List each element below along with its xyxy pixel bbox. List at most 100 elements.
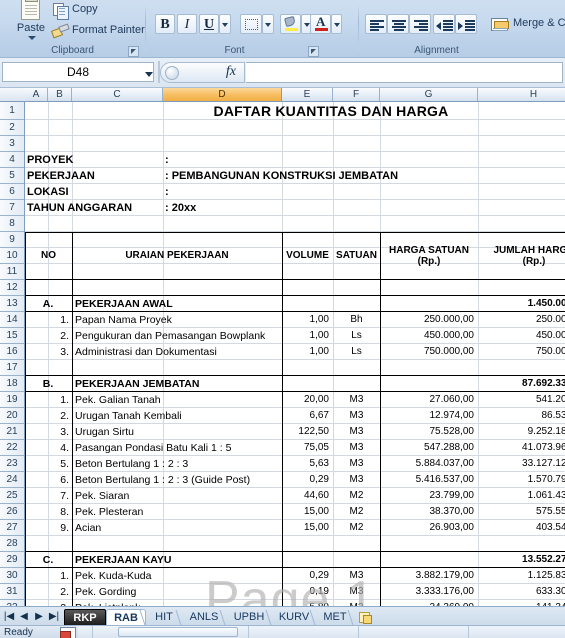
cell-volume-r22[interactable]: 75,05 bbox=[282, 440, 333, 455]
cell-uraian-r26[interactable]: Pek. Plesteran bbox=[72, 504, 282, 519]
cell-volume-r23[interactable]: 5,63 bbox=[282, 456, 333, 471]
cell-no-r27[interactable]: 9. bbox=[25, 520, 72, 535]
cell-jumlah-r15[interactable]: 450.000,00 bbox=[478, 328, 565, 343]
cell-satuan-r14[interactable]: Bh bbox=[333, 312, 380, 327]
cell-jumlah-r19[interactable]: 541.200,00 bbox=[478, 392, 565, 407]
cell-satuan-r20[interactable]: M3 bbox=[333, 408, 380, 423]
cell-satuan-r26[interactable]: M2 bbox=[333, 504, 380, 519]
cell-harga-r27[interactable]: 26.903,00 bbox=[380, 520, 478, 535]
cell-volume-r24[interactable]: 0,29 bbox=[282, 472, 333, 487]
row-header-26[interactable]: 26 bbox=[0, 504, 24, 520]
clipboard-dialog-launcher[interactable] bbox=[128, 46, 139, 57]
row-header-16[interactable]: 16 bbox=[0, 344, 24, 360]
cell-no-r13[interactable]: A. bbox=[25, 296, 72, 311]
cell-satuan-r24[interactable]: M3 bbox=[333, 472, 380, 487]
row-header-23[interactable]: 23 bbox=[0, 456, 24, 472]
format-painter-button[interactable]: Format Painter bbox=[52, 21, 145, 40]
cell-harga-r20[interactable]: 12.974,00 bbox=[380, 408, 478, 423]
cell-uraian-r24[interactable]: Beton Bertulang 1 : 2 : 3 (Guide Post) bbox=[72, 472, 282, 487]
formula-input[interactable] bbox=[246, 62, 563, 83]
align-center-button[interactable] bbox=[387, 14, 409, 34]
cell-uraian-r25[interactable]: Pek. Siaran bbox=[72, 488, 282, 503]
borders-button[interactable] bbox=[240, 14, 262, 34]
cell-uraian-r27[interactable]: Acian bbox=[72, 520, 282, 535]
cell-harga-r25[interactable]: 23.799,00 bbox=[380, 488, 478, 503]
info-label-1[interactable]: PEKERJAAN bbox=[25, 168, 163, 183]
cell-volume-r30[interactable]: 0,29 bbox=[282, 568, 333, 583]
cell-harga-r31[interactable]: 3.333.176,00 bbox=[380, 584, 478, 599]
cell-uraian-r15[interactable]: Pengukuran dan Pemasangan Bowplank bbox=[72, 328, 282, 343]
row-header-9[interactable]: 9 bbox=[0, 232, 24, 248]
increase-indent-button[interactable] bbox=[455, 14, 477, 34]
row-header-7[interactable]: 7 bbox=[0, 200, 24, 216]
cell-jumlah-r22[interactable]: 41.073.964,40 bbox=[478, 440, 565, 455]
cell-jumlah-r25[interactable]: 1.061.435,40 bbox=[478, 488, 565, 503]
cell-no-r20[interactable]: 2. bbox=[25, 408, 72, 423]
row-header-3[interactable]: 3 bbox=[0, 136, 24, 152]
cell-no-r21[interactable]: 3. bbox=[25, 424, 72, 439]
cell-satuan-r16[interactable]: Ls bbox=[333, 344, 380, 359]
cell-satuan-r19[interactable]: M3 bbox=[333, 392, 380, 407]
cell-harga-r21[interactable]: 75.528,00 bbox=[380, 424, 478, 439]
cell-harga-r26[interactable]: 38.370,00 bbox=[380, 504, 478, 519]
row-header-25[interactable]: 25 bbox=[0, 488, 24, 504]
nav-next-sheet-icon[interactable]: ▶ bbox=[32, 610, 46, 623]
cell-satuan-r31[interactable]: M3 bbox=[333, 584, 380, 599]
header-jumlah-harga[interactable]: JUMLAH HARGA(Rp.) bbox=[478, 232, 565, 279]
column-header-F[interactable]: F bbox=[333, 88, 380, 101]
cell-satuan-r23[interactable]: M3 bbox=[333, 456, 380, 471]
nav-first-sheet-icon[interactable]: |◀ bbox=[2, 610, 16, 623]
row-header-17[interactable]: 17 bbox=[0, 360, 24, 376]
cell-volume-r15[interactable]: 1,00 bbox=[282, 328, 333, 343]
row-header-1[interactable]: 1 bbox=[0, 102, 24, 120]
row-header-13[interactable]: 13 bbox=[0, 296, 24, 312]
row-header-18[interactable]: 18 bbox=[0, 376, 24, 392]
worksheet-grid[interactable]: ABCDEFGH 1 2 3 4 5 6 7 8 9 10 11 12 13 14 15 16 17 18 19 20… bbox=[0, 88, 565, 606]
name-box[interactable]: D48 bbox=[2, 62, 154, 82]
cell-volume-r21[interactable]: 122,50 bbox=[282, 424, 333, 439]
font-color-button[interactable]: A bbox=[310, 14, 331, 34]
cell-no-r25[interactable]: 7. bbox=[25, 488, 72, 503]
cell-jumlah-r18[interactable]: 87.692.335,42 bbox=[478, 376, 565, 391]
cell-harga-r15[interactable]: 450.000,00 bbox=[380, 328, 478, 343]
underline-options-button[interactable] bbox=[219, 14, 231, 34]
cell-uraian-r21[interactable]: Urugan Sirtu bbox=[72, 424, 282, 439]
info-value-3[interactable]: : 20xx bbox=[163, 200, 565, 215]
cell-uraian-r13[interactable]: PEKERJAAN AWAL bbox=[72, 296, 282, 311]
cell-harga-r24[interactable]: 5.416.537,00 bbox=[380, 472, 478, 487]
cell-jumlah-r27[interactable]: 403.545,00 bbox=[478, 520, 565, 535]
cell-harga-r14[interactable]: 250.000,00 bbox=[380, 312, 478, 327]
cell-uraian-r14[interactable]: Papan Nama Proyek bbox=[72, 312, 282, 327]
cell-satuan-r22[interactable]: M3 bbox=[333, 440, 380, 455]
header-uraian[interactable]: URAIAN PEKERJAAN bbox=[72, 232, 282, 279]
cell-harga-r22[interactable]: 547.288,00 bbox=[380, 440, 478, 455]
align-left-button[interactable] bbox=[365, 14, 387, 34]
row-header-22[interactable]: 22 bbox=[0, 440, 24, 456]
cell-volume-r31[interactable]: 0,19 bbox=[282, 584, 333, 599]
row-header-24[interactable]: 24 bbox=[0, 472, 24, 488]
row-header-28[interactable]: 28 bbox=[0, 536, 24, 552]
cell-no-r14[interactable]: 1. bbox=[25, 312, 72, 327]
info-label-2[interactable]: LOKASI bbox=[25, 184, 163, 199]
cell-jumlah-r29[interactable]: 13.552.274,17 bbox=[478, 552, 565, 567]
cell-jumlah-r20[interactable]: 86.536,58 bbox=[478, 408, 565, 423]
chevron-down-icon[interactable] bbox=[28, 36, 36, 40]
row-header-29[interactable]: 29 bbox=[0, 552, 24, 568]
header-no[interactable]: NO bbox=[25, 232, 72, 279]
cell-jumlah-r24[interactable]: 1.570.795,73 bbox=[478, 472, 565, 487]
cell-no-r19[interactable]: 1. bbox=[25, 392, 72, 407]
cell-no-r18[interactable]: B. bbox=[25, 376, 72, 391]
cell-no-r23[interactable]: 5. bbox=[25, 456, 72, 471]
cell-jumlah-r31[interactable]: 633.303,44 bbox=[478, 584, 565, 599]
cell-uraian-r29[interactable]: PEKERJAAN KAYU bbox=[72, 552, 282, 567]
fill-color-button[interactable] bbox=[280, 14, 301, 34]
info-label-0[interactable]: PROYEK bbox=[25, 152, 163, 167]
sheet-nav-buttons[interactable]: |◀ ◀ ▶ ▶| bbox=[2, 609, 62, 624]
insert-function-button[interactable]: fx bbox=[160, 62, 245, 83]
cell-uraian-r18[interactable]: PEKERJAAN JEMBATAN bbox=[72, 376, 282, 391]
row-header-27[interactable]: 27 bbox=[0, 520, 24, 536]
column-header-B[interactable]: B bbox=[48, 88, 72, 101]
info-value-1[interactable]: : PEMBANGUNAN KONSTRUKSI JEMBATAN bbox=[163, 168, 565, 183]
name-box-dropdown-icon[interactable] bbox=[145, 72, 153, 77]
column-header-C[interactable]: C bbox=[72, 88, 163, 101]
